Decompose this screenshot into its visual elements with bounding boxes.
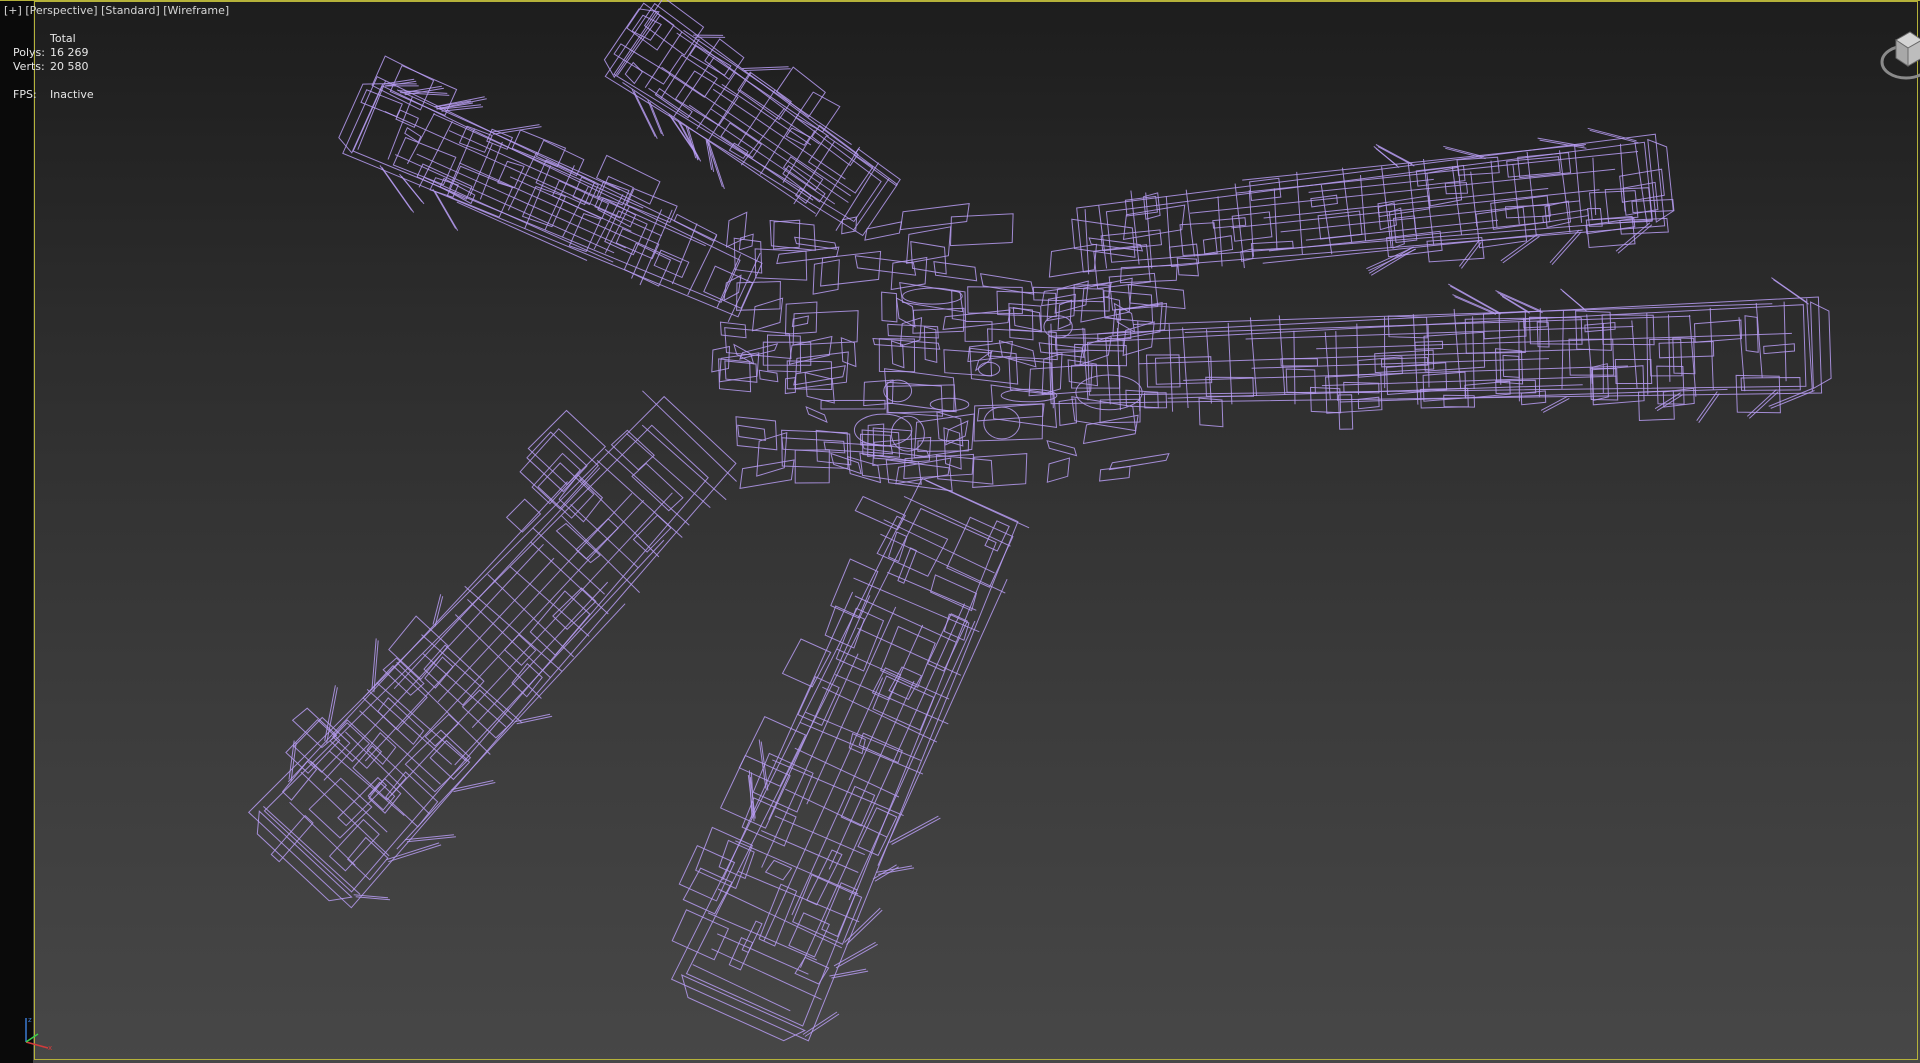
verts-label: Verts: — [13, 60, 45, 73]
viewport-plus-menu[interactable]: [+] — [4, 4, 22, 17]
viewport-shading-preset-menu[interactable]: [Standard] — [101, 4, 160, 17]
viewport-render-mode-menu[interactable]: [Wireframe] — [163, 4, 229, 17]
perspective-viewport[interactable]: [+] [Perspective] [Standard] [Wireframe]… — [0, 0, 1920, 1063]
viewport-view-menu[interactable]: [Perspective] — [25, 4, 97, 17]
wireframe-model[interactable] — [0, 0, 1920, 1063]
fps-value: Inactive — [50, 88, 94, 101]
svg-text:z: z — [28, 1016, 32, 1024]
verts-value: 20 580 — [50, 60, 89, 73]
viewcube-icon[interactable] — [1872, 26, 1920, 86]
polys-label: Polys: — [13, 46, 45, 59]
axis-tripod-icon: x z — [25, 1016, 52, 1052]
svg-text:x: x — [48, 1044, 52, 1052]
fps-label: FPS: — [13, 88, 37, 101]
stats-header: Total — [50, 32, 76, 45]
polys-value: 16 269 — [50, 46, 89, 59]
viewport-label-menu[interactable]: [+] [Perspective] [Standard] [Wireframe] — [4, 4, 229, 17]
